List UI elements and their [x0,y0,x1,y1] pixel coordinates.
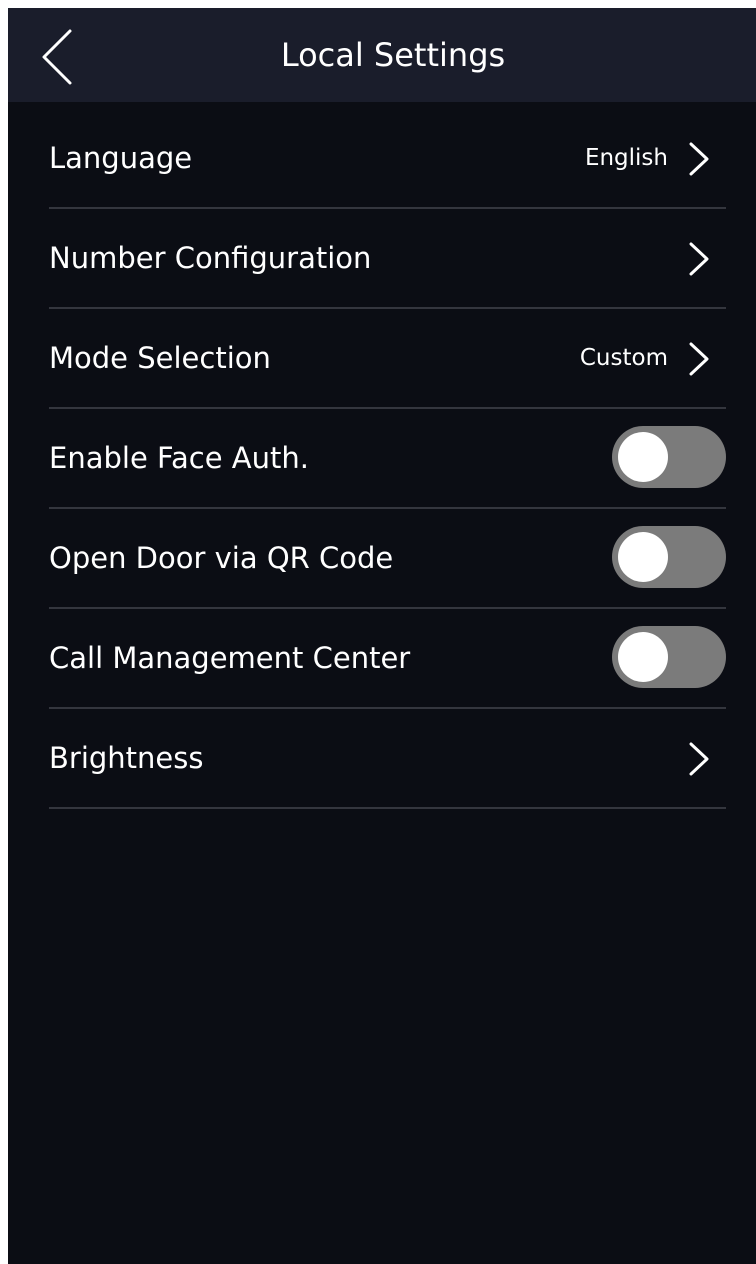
brightness-row[interactable]: Brightness [49,709,726,809]
mode-selection-label: Mode Selection [49,341,271,375]
call-management-center-row: Call Management Center [49,609,726,709]
number-configuration-row[interactable]: Number Configuration [49,209,726,309]
enable-face-auth-toggle[interactable] [612,426,726,488]
call-management-center-toggle[interactable] [612,626,726,688]
call-management-center-label: Call Management Center [49,641,411,675]
local-settings-screen: Local Settings Language English Number C… [8,8,756,1264]
chevron-right-icon [689,142,709,176]
language-row[interactable]: Language English [49,109,726,209]
open-door-qr-toggle[interactable] [612,526,726,588]
mode-selection-row[interactable]: Mode Selection Custom [49,309,726,409]
toggle-knob [618,532,668,582]
chevron-right-icon [689,742,709,776]
enable-face-auth-label: Enable Face Auth. [49,441,309,475]
chevron-right-icon [689,342,709,376]
open-door-qr-label: Open Door via QR Code [49,541,394,575]
open-door-qr-row: Open Door via QR Code [49,509,726,609]
language-value: English [584,145,668,171]
toggle-knob [618,432,668,482]
brightness-label: Brightness [49,741,204,775]
enable-face-auth-row: Enable Face Auth. [49,409,726,509]
toggle-knob [618,632,668,682]
header-bar: Local Settings [8,8,756,102]
page-title: Local Settings [280,36,506,74]
chevron-right-icon [689,242,709,276]
language-label: Language [49,141,193,175]
mode-selection-value: Custom [579,345,668,371]
number-configuration-label: Number Configuration [49,241,372,275]
settings-list: Language English Number Configuration Mo… [49,109,726,809]
